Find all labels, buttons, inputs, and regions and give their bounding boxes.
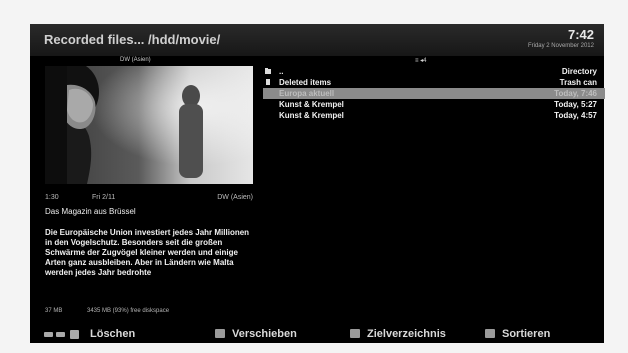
photo-border-left	[0, 0, 30, 353]
free-diskspace: 3435 MB (93%) free diskspace	[87, 308, 170, 314]
file-name: Europa aktuell	[279, 89, 335, 98]
tv-screen: Recorded files... /hdd/movie/ 7:42 Frida…	[0, 0, 628, 353]
file-row-selected[interactable]: Europa aktuell Today, 7:46	[263, 88, 605, 99]
disk-usage: 37 MB 3435 MB (93%) free diskspace	[45, 308, 253, 318]
file-name: Kunst & Krempel	[279, 100, 344, 109]
photo-border-bottom	[0, 343, 628, 353]
file-row[interactable]: Kunst & Krempel Today, 4:57	[263, 110, 605, 121]
recording-title: Das Magazin aus Brüssel	[45, 207, 136, 216]
file-row[interactable]: Kunst & Krempel Today, 5:27	[263, 99, 605, 110]
recording-time: 1:30	[45, 194, 59, 201]
recording-meta: 1:30 Fri 2/11 DW (Asien)	[45, 194, 253, 206]
sort-label: Sortieren	[502, 328, 551, 340]
header-bar: Recorded files... /hdd/movie/ 7:42 Frida…	[30, 24, 604, 56]
file-info: Today, 4:57	[554, 111, 597, 120]
file-row-parent-directory[interactable]: .. Directory	[263, 66, 605, 77]
recording-description: Die Europäische Union investiert jedes J…	[45, 228, 250, 277]
file-size: 37 MB	[45, 308, 63, 314]
file-info: Today, 7:46	[554, 89, 597, 98]
move-label: Verschieben	[232, 328, 297, 340]
file-name: Deleted items	[279, 78, 332, 87]
clock: 7:42 Friday 2 November 2012	[528, 28, 594, 50]
clock-date: Friday 2 November 2012	[527, 43, 594, 49]
photo-border-top	[0, 0, 628, 24]
file-name: ..	[279, 67, 284, 76]
green-key-icon	[215, 329, 225, 338]
clock-time: 7:42	[567, 27, 594, 42]
photo-border-right	[604, 0, 628, 353]
file-list[interactable]: .. Directory Deleted items Trash can Eur…	[263, 66, 605, 121]
file-name: Kunst & Krempel	[279, 111, 344, 120]
file-info: Today, 5:27	[554, 100, 597, 109]
file-row-deleted-items[interactable]: Deleted items Trash can	[263, 77, 605, 88]
blue-key-icon	[485, 329, 495, 338]
target-directory-label: Zielverzeichnis	[367, 328, 446, 340]
recording-date: Fri 2/11	[92, 194, 116, 201]
footer-key-bar: Löschen Verschieben Zielverzeichnis Sort…	[30, 326, 604, 343]
page-title: Recorded files... /hdd/movie/	[44, 32, 221, 47]
file-info: Directory	[561, 67, 597, 76]
file-info: Trash can	[559, 78, 597, 87]
tuner-indicator: ≡ ◂4	[415, 58, 427, 64]
recording-info: 1:30 Fri 2/11 DW (Asien) Das Magazin aus…	[45, 194, 253, 278]
yellow-key-icon	[350, 329, 360, 338]
arrow-keys-icon	[44, 330, 79, 339]
video-preview	[45, 66, 253, 184]
delete-label: Löschen	[90, 328, 136, 340]
preview-channel-name: DW (Asien)	[120, 57, 151, 63]
folder-up-icon	[265, 68, 271, 74]
folder-icon	[266, 79, 270, 85]
recording-channel: DW (Asien)	[217, 194, 253, 201]
preview-image	[45, 66, 253, 184]
